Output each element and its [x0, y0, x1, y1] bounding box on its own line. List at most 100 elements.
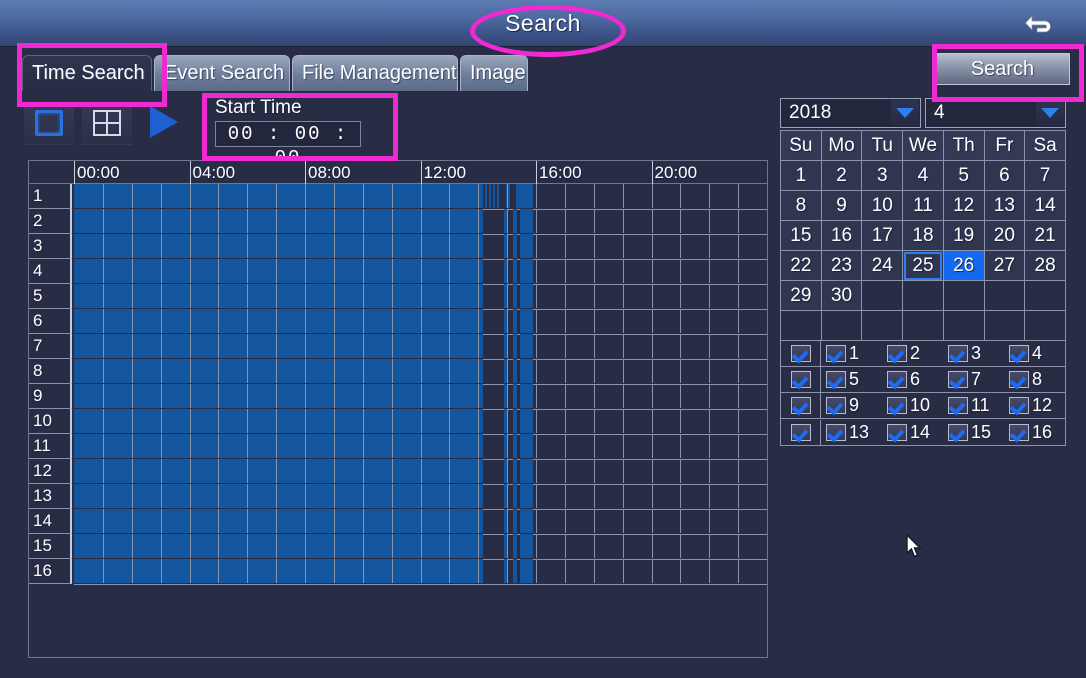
tab-event-search[interactable]: Event Search — [154, 55, 290, 91]
calendar-day[interactable]: 1 — [780, 160, 822, 191]
calendar-day[interactable]: 25 — [902, 250, 944, 281]
tab-time-search[interactable]: Time Search — [22, 55, 152, 91]
play-button[interactable] — [140, 101, 188, 143]
channel-checkbox-5[interactable]: 5 — [821, 369, 882, 390]
calendar-day[interactable]: 21 — [1024, 220, 1066, 251]
timeline-track[interactable] — [74, 309, 767, 335]
timeline-track[interactable] — [74, 234, 767, 260]
channel-checkbox-1[interactable]: 1 — [821, 343, 882, 364]
timeline-track[interactable] — [74, 459, 767, 485]
timeline-track[interactable] — [74, 559, 767, 585]
calendar-day[interactable]: 4 — [902, 160, 944, 191]
calendar-day[interactable]: 22 — [780, 250, 822, 281]
timeline-track[interactable] — [74, 509, 767, 535]
checkbox-icon[interactable] — [790, 345, 811, 362]
checkbox-icon[interactable] — [948, 371, 968, 388]
checkbox-icon[interactable] — [948, 423, 968, 441]
timeline-track[interactable] — [74, 434, 767, 460]
checkbox-icon[interactable] — [948, 345, 968, 362]
calendar-day[interactable]: 6 — [983, 160, 1026, 191]
channel-checkbox-15[interactable]: 15 — [943, 422, 1004, 443]
checkbox-icon[interactable] — [1009, 345, 1029, 362]
search-button[interactable]: Search — [935, 53, 1070, 85]
calendar-day[interactable]: 7 — [1024, 160, 1066, 191]
channel-checkbox-4[interactable]: 4 — [1004, 343, 1065, 364]
calendar-day[interactable]: 23 — [820, 250, 863, 281]
checkbox-icon[interactable] — [826, 345, 846, 362]
channel-checkbox-14[interactable]: 14 — [882, 422, 943, 443]
channel-checkbox-7[interactable]: 7 — [943, 369, 1004, 390]
calendar-day[interactable]: 18 — [902, 220, 944, 251]
calendar-day[interactable]: 28 — [1024, 250, 1066, 281]
checkbox-icon[interactable] — [1009, 371, 1029, 388]
checkbox-icon[interactable] — [887, 371, 907, 388]
tab-image[interactable]: Image — [460, 55, 528, 91]
channel-row-select-all[interactable] — [781, 393, 821, 418]
back-arrow-icon[interactable] — [1020, 6, 1060, 40]
year-chevron-down-icon[interactable] — [891, 100, 919, 126]
calendar-day[interactable]: 27 — [983, 250, 1026, 281]
timeline-track[interactable] — [74, 534, 767, 560]
timeline-track[interactable] — [74, 359, 767, 385]
timeline-track[interactable] — [74, 409, 767, 435]
channel-checkbox-3[interactable]: 3 — [943, 343, 1004, 364]
calendar-day[interactable]: 10 — [861, 190, 904, 221]
channel-checkbox-9[interactable]: 9 — [821, 395, 882, 416]
calendar-day[interactable]: 9 — [820, 190, 863, 221]
quad-view-button[interactable] — [82, 101, 132, 145]
calendar-day[interactable]: 29 — [780, 280, 822, 311]
calendar-day[interactable]: 19 — [942, 220, 985, 251]
calendar-day[interactable]: 5 — [942, 160, 985, 191]
channel-checkbox-2[interactable]: 2 — [882, 343, 943, 364]
channel-row-select-all[interactable] — [781, 341, 821, 366]
calendar-day[interactable]: 24 — [861, 250, 904, 281]
timeline-track[interactable] — [74, 209, 767, 235]
checkbox-icon[interactable] — [790, 423, 811, 441]
timeline-track[interactable] — [74, 184, 767, 210]
start-time-input[interactable]: 00 : 00 : 00 — [215, 121, 361, 169]
calendar-day[interactable]: 13 — [983, 190, 1026, 221]
calendar-day[interactable]: 17 — [861, 220, 904, 251]
checkbox-icon[interactable] — [826, 371, 846, 388]
channel-row-select-all[interactable] — [781, 367, 821, 392]
timeline-track[interactable] — [74, 484, 767, 510]
calendar-day[interactable]: 8 — [780, 190, 822, 221]
calendar-day[interactable]: 3 — [861, 160, 904, 191]
checkbox-icon[interactable] — [826, 397, 846, 414]
year-select[interactable]: 2018 — [780, 98, 921, 128]
timeline-track[interactable] — [74, 284, 767, 310]
channel-checkbox-11[interactable]: 11 — [943, 395, 1004, 416]
checkbox-icon[interactable] — [1009, 397, 1029, 414]
timeline-track[interactable] — [74, 334, 767, 360]
timeline-track[interactable] — [74, 384, 767, 410]
month-select[interactable]: 4 — [925, 98, 1066, 128]
calendar-day[interactable]: 16 — [820, 220, 863, 251]
timeline-track[interactable] — [74, 259, 767, 285]
calendar-day[interactable]: 12 — [942, 190, 985, 221]
calendar-day[interactable]: 26 — [942, 250, 985, 281]
checkbox-icon[interactable] — [887, 345, 907, 362]
checkbox-icon[interactable] — [948, 397, 968, 414]
channel-row-select-all[interactable] — [781, 419, 821, 445]
month-chevron-down-icon[interactable] — [1036, 100, 1064, 126]
channel-checkbox-16[interactable]: 16 — [1004, 422, 1065, 443]
calendar-day[interactable]: 15 — [780, 220, 822, 251]
calendar-day[interactable]: 14 — [1024, 190, 1066, 221]
checkbox-icon[interactable] — [790, 397, 811, 414]
channel-checkbox-13[interactable]: 13 — [821, 422, 882, 443]
checkbox-icon[interactable] — [887, 423, 907, 441]
channel-checkbox-6[interactable]: 6 — [882, 369, 943, 390]
channel-checkbox-8[interactable]: 8 — [1004, 369, 1065, 390]
channel-checkbox-10[interactable]: 10 — [882, 395, 943, 416]
tab-file-management[interactable]: File Management — [292, 55, 458, 91]
channel-checkbox-12[interactable]: 12 — [1004, 395, 1065, 416]
checkbox-icon[interactable] — [826, 423, 846, 441]
calendar-day[interactable]: 20 — [983, 220, 1026, 251]
calendar-day[interactable]: 11 — [902, 190, 944, 221]
checkbox-icon[interactable] — [887, 397, 907, 414]
calendar-day[interactable]: 30 — [820, 280, 863, 311]
single-view-button[interactable] — [24, 101, 74, 145]
checkbox-icon[interactable] — [790, 371, 811, 388]
checkbox-icon[interactable] — [1009, 423, 1029, 441]
calendar-day[interactable]: 2 — [820, 160, 863, 191]
